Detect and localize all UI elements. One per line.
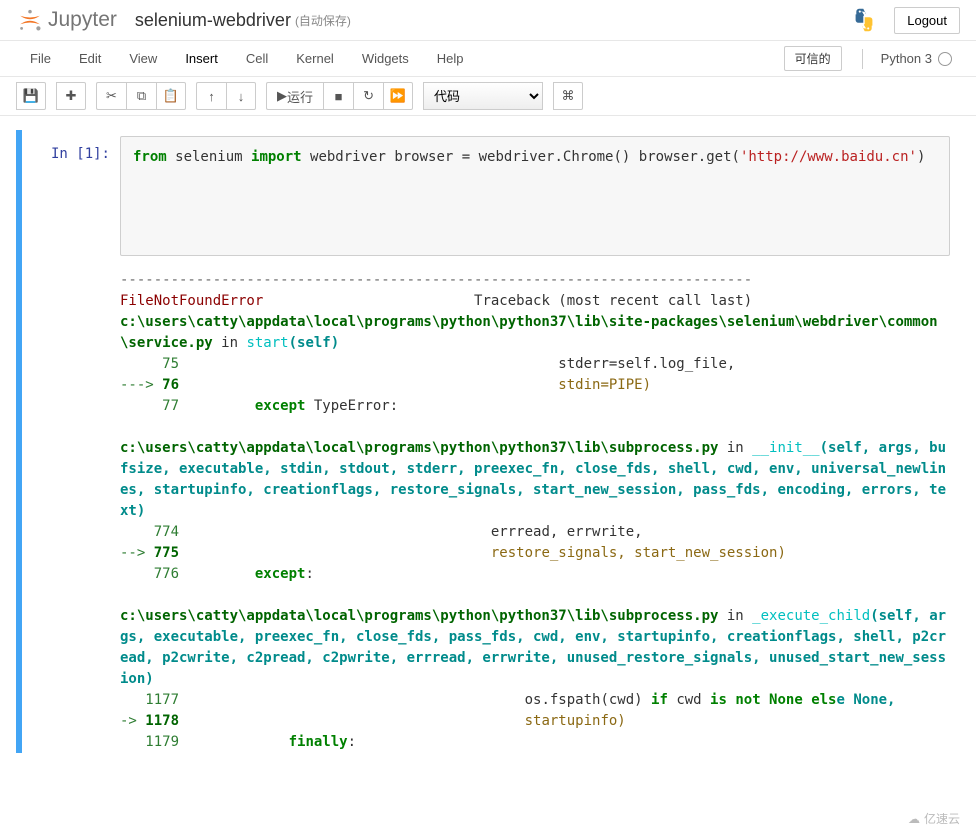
menu-edit[interactable]: Edit xyxy=(65,45,115,72)
cell-type-select[interactable]: 代码 xyxy=(423,82,543,110)
menu-kernel[interactable]: Kernel xyxy=(282,45,348,72)
add-cell-button[interactable]: ✚ xyxy=(56,82,86,110)
cut-button[interactable]: ✂ xyxy=(96,82,126,110)
python-icon xyxy=(850,6,878,34)
jupyter-logo[interactable]: Jupyter xyxy=(16,6,117,34)
code-cell[interactable]: In [1]: from selenium import webdriver b… xyxy=(16,130,960,753)
menu-insert[interactable]: Insert xyxy=(171,45,232,72)
code-input[interactable]: from selenium import webdriver browser =… xyxy=(120,136,950,256)
cloud-icon: ☁ xyxy=(908,812,920,826)
notebook-area: In [1]: from selenium import webdriver b… xyxy=(0,116,976,783)
run-button[interactable]: ▶ 运行 xyxy=(266,82,323,110)
command-palette-button[interactable]: ⌘ xyxy=(553,82,583,110)
move-down-button[interactable]: ↓ xyxy=(226,82,256,110)
input-prompt: In [1]: xyxy=(32,136,120,256)
kernel-name: Python 3 xyxy=(881,51,932,66)
kernel-idle-icon xyxy=(938,52,952,66)
traceback: ----------------------------------------… xyxy=(120,262,950,753)
kernel-indicator: Python 3 xyxy=(881,51,952,66)
autosave-indicator: (自动保存) xyxy=(295,12,351,29)
jupyter-icon xyxy=(16,6,44,34)
move-up-button[interactable]: ↑ xyxy=(196,82,226,110)
save-button[interactable]: 💾 xyxy=(16,82,46,110)
toolbar: 💾 ✚ ✂ ⧉ 📋 ↑ ↓ ▶ 运行 ■ ↻ ⏩ 代码 ⌘ xyxy=(0,77,976,116)
watermark: ☁亿速云 xyxy=(908,810,960,827)
menubar: File Edit View Insert Cell Kernel Widget… xyxy=(0,41,976,77)
logo-text: Jupyter xyxy=(48,8,117,32)
cell-output: ----------------------------------------… xyxy=(22,262,960,753)
logout-button[interactable]: Logout xyxy=(894,7,960,34)
menu-view[interactable]: View xyxy=(115,45,171,72)
restart-run-all-button[interactable]: ⏩ xyxy=(383,82,413,110)
copy-button[interactable]: ⧉ xyxy=(126,82,156,110)
restart-button[interactable]: ↻ xyxy=(353,82,383,110)
header: Jupyter selenium-webdriver (自动保存) Logout xyxy=(0,0,976,41)
menu-file[interactable]: File xyxy=(16,45,65,72)
interrupt-button[interactable]: ■ xyxy=(323,82,353,110)
trusted-indicator[interactable]: 可信的 xyxy=(784,46,842,71)
paste-button[interactable]: 📋 xyxy=(156,82,186,110)
menu-widgets[interactable]: Widgets xyxy=(348,45,423,72)
notebook-title[interactable]: selenium-webdriver xyxy=(135,10,291,31)
menu-help[interactable]: Help xyxy=(423,45,478,72)
menu-cell[interactable]: Cell xyxy=(232,45,282,72)
